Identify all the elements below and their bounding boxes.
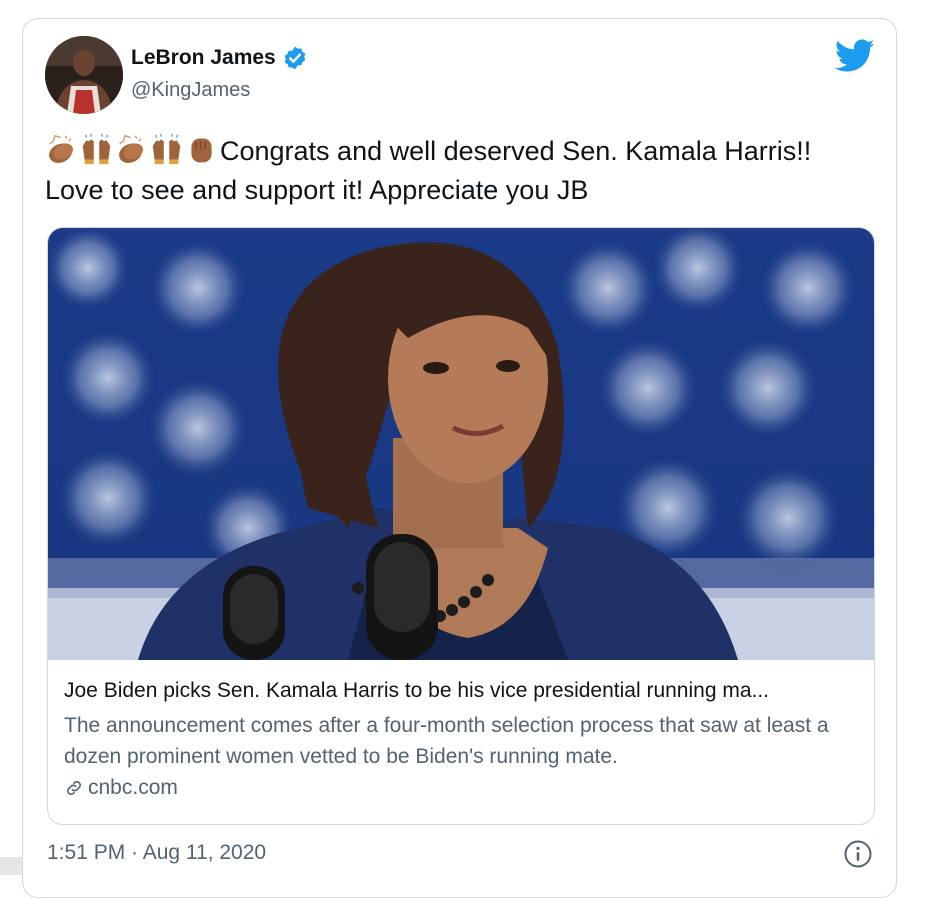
avatar-photo (45, 36, 123, 114)
link-preview-card[interactable]: Joe Biden picks Sen. Kamala Harris to be… (47, 227, 875, 825)
link-domain[interactable]: cnbc.com (88, 776, 178, 800)
clapping-hands-icon (119, 134, 143, 163)
emoji-row (45, 133, 220, 166)
avatar[interactable] (45, 36, 123, 114)
kamala-harris-at-podium-photo (48, 228, 874, 660)
tweet-text: Congrats and well deserved Sen. Kamala H… (45, 132, 835, 210)
clapping-hands-icon (49, 134, 73, 163)
link-description: The announcement comes after a four-mont… (64, 714, 829, 768)
raised-fist-icon (191, 138, 212, 163)
raising-hands-icon (152, 133, 181, 165)
author-name-row: LeBron James (131, 45, 308, 71)
author-handle[interactable]: @KingJames (131, 79, 250, 102)
link-icon (67, 781, 81, 795)
tweet-card[interactable]: LeBron James @KingJames Congrats and wel… (22, 18, 897, 898)
info-icon[interactable] (843, 839, 873, 869)
tweet-timestamp[interactable]: 1:51 PM · Aug 11, 2020 (47, 841, 266, 865)
link-title[interactable]: Joe Biden picks Sen. Kamala Harris to be… (64, 676, 864, 706)
raising-hands-icon (82, 133, 111, 165)
display-name[interactable]: LeBron James (131, 46, 276, 70)
link-preview-text: Joe Biden picks Sen. Kamala Harris to be… (64, 676, 864, 800)
twitter-bird-icon[interactable] (835, 39, 875, 73)
verified-badge-icon (284, 46, 306, 70)
link-domain-row: cnbc.com (64, 776, 864, 800)
